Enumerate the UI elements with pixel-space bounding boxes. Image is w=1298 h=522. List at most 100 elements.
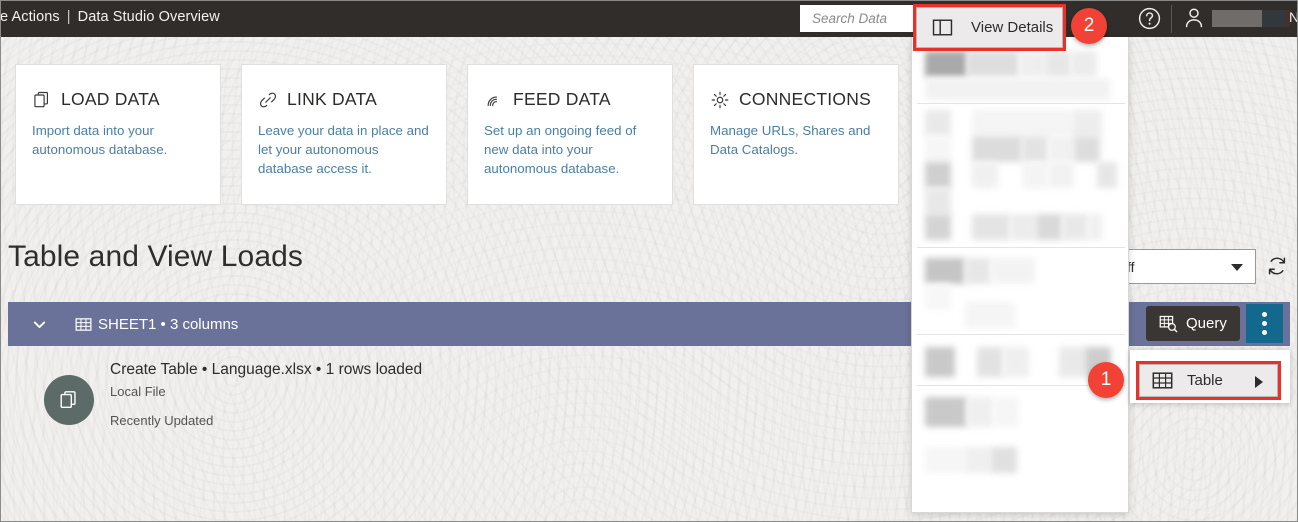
menu-item-obscured[interactable]: [967, 51, 1019, 77]
card-title: LOAD DATA: [61, 89, 160, 110]
chevron-down-icon: [1231, 264, 1243, 271]
card-description: Import data into your autonomous databas…: [16, 110, 220, 159]
gear-icon: [710, 90, 730, 110]
menu-item-obscured[interactable]: [965, 447, 991, 473]
menu-item-obscured[interactable]: [925, 136, 951, 162]
menu-item-obscured[interactable]: [972, 162, 998, 188]
card-title: FEED DATA: [513, 89, 611, 110]
card-title: CONNECTIONS: [739, 89, 871, 110]
query-label: Query: [1186, 315, 1227, 332]
chevron-right-icon: [1255, 376, 1263, 388]
redacted-user-block-2: [1262, 10, 1285, 27]
section-title: Table and View Loads: [8, 240, 303, 274]
help-icon[interactable]: [1137, 6, 1162, 31]
grid-table-icon: [75, 316, 92, 333]
vertical-dots-icon: [1262, 321, 1267, 326]
link-chain-icon: [258, 90, 278, 110]
side-panel-icon: [932, 17, 953, 38]
menu-item-obscured[interactable]: [977, 347, 1003, 377]
card-link-data[interactable]: LINK DATA Leave your data in place and l…: [241, 64, 447, 205]
query-button[interactable]: Query: [1146, 306, 1240, 341]
menu-item-obscured[interactable]: [1003, 347, 1029, 377]
card-connections[interactable]: CONNECTIONS Manage URLs, Shares and Data…: [693, 64, 899, 205]
menu-item-obscured[interactable]: [1048, 136, 1074, 162]
step-badge-2: 2: [1071, 8, 1107, 44]
page-breadcrumb: e Actions|Data Studio Overview: [0, 9, 220, 25]
vertical-dots-icon: [1262, 312, 1267, 317]
load-title: Create Table • Language.xlsx • 1 rows lo…: [110, 361, 422, 379]
menu-item-obscured[interactable]: [925, 397, 967, 427]
topbar-divider: [1171, 5, 1172, 33]
card-header: FEED DATA: [468, 65, 672, 110]
menu-item-obscured[interactable]: [925, 447, 965, 473]
menu-item-obscured[interactable]: [1088, 214, 1102, 240]
menu-item-obscured[interactable]: [925, 214, 951, 240]
menu-separator: [917, 247, 1125, 248]
copy-documents-icon: [32, 90, 52, 110]
sheet-label: SHEET1 • 3 columns: [98, 316, 238, 333]
menu-separator: [917, 103, 1125, 104]
redacted-user-block-1: [1212, 10, 1262, 27]
menu-item-obscured[interactable]: [925, 78, 1110, 100]
menu-item-view-details-label: View Details: [971, 19, 1053, 36]
menu-item-obscured[interactable]: [1019, 51, 1045, 77]
menu-item-obscured[interactable]: [1062, 214, 1088, 240]
card-header: CONNECTIONS: [694, 65, 898, 110]
menu-item-obscured[interactable]: [925, 188, 951, 214]
menu-item-obscured[interactable]: [993, 397, 1019, 427]
chevron-down-icon[interactable]: [32, 317, 47, 332]
menu-item-table[interactable]: Table: [1139, 364, 1278, 397]
card-header: LOAD DATA: [16, 65, 220, 110]
menu-item-table-label: Table: [1187, 372, 1223, 389]
menu-item-obscured[interactable]: [925, 51, 967, 77]
menu-separator: [917, 334, 1125, 335]
menu-item-obscured[interactable]: [965, 258, 991, 284]
menu-item-obscured[interactable]: [972, 214, 1010, 240]
page-title: Data Studio Overview: [78, 9, 220, 25]
card-description: Leave your data in place and let your au…: [242, 110, 446, 178]
menu-item-obscured[interactable]: [925, 162, 951, 188]
menu-item-obscured[interactable]: [925, 258, 965, 284]
menu-item-obscured[interactable]: [1059, 347, 1085, 377]
menu-item-obscured[interactable]: [1048, 162, 1074, 188]
card-description: Manage URLs, Shares and Data Catalogs.: [694, 110, 898, 159]
menu-item-obscured[interactable]: [991, 447, 1017, 473]
card-load-data[interactable]: LOAD DATA Import data into your autonomo…: [15, 64, 221, 205]
menu-item-obscured[interactable]: [1072, 110, 1102, 136]
card-feed-data[interactable]: FEED DATA Set up an ongoing feed of new …: [467, 64, 673, 205]
menu-item-obscured[interactable]: [1071, 51, 1097, 77]
refresh-icon[interactable]: [1265, 254, 1289, 278]
menu-item-obscured[interactable]: [925, 347, 955, 377]
auto-refresh-select[interactable]: ff: [1120, 249, 1256, 284]
menu-item-obscured[interactable]: [967, 397, 993, 427]
step-badge-1: 1: [1088, 362, 1124, 398]
menu-item-view-details[interactable]: View Details: [916, 7, 1063, 48]
menu-item-obscured[interactable]: [991, 258, 1035, 284]
menu-item-obscured[interactable]: [972, 110, 1072, 136]
menu-item-obscured[interactable]: [925, 284, 951, 310]
menu-item-obscured[interactable]: [1074, 136, 1100, 162]
rss-feed-icon: [484, 90, 504, 110]
card-title: LINK DATA: [287, 89, 377, 110]
menu-item-obscured[interactable]: [1036, 214, 1062, 240]
load-source: Local File: [110, 384, 166, 399]
more-actions-button[interactable]: [1246, 304, 1283, 343]
menu-item-obscured[interactable]: [1097, 162, 1117, 188]
menu-item-obscured[interactable]: [1045, 51, 1071, 77]
context-menu-panel[interactable]: [911, 37, 1129, 513]
load-status: Recently Updated: [110, 413, 213, 428]
breadcrumb-prefix: e Actions: [0, 9, 60, 25]
menu-item-obscured[interactable]: [925, 110, 951, 136]
vertical-dots-icon: [1262, 330, 1267, 335]
menu-item-obscured[interactable]: [1022, 162, 1048, 188]
menu-item-obscured[interactable]: [965, 302, 1015, 328]
menu-item-obscured[interactable]: [972, 136, 1022, 162]
data-studio-overview-page: e Actions|Data Studio Overview N LOAD DA…: [0, 0, 1298, 522]
card-header: LINK DATA: [242, 65, 446, 110]
menu-item-obscured[interactable]: [1022, 136, 1048, 162]
person-icon[interactable]: [1182, 6, 1206, 30]
avatar: [44, 375, 94, 425]
grid-table-icon: [1152, 371, 1173, 390]
breadcrumb-separator: |: [60, 9, 78, 25]
menu-item-obscured[interactable]: [1010, 214, 1036, 240]
